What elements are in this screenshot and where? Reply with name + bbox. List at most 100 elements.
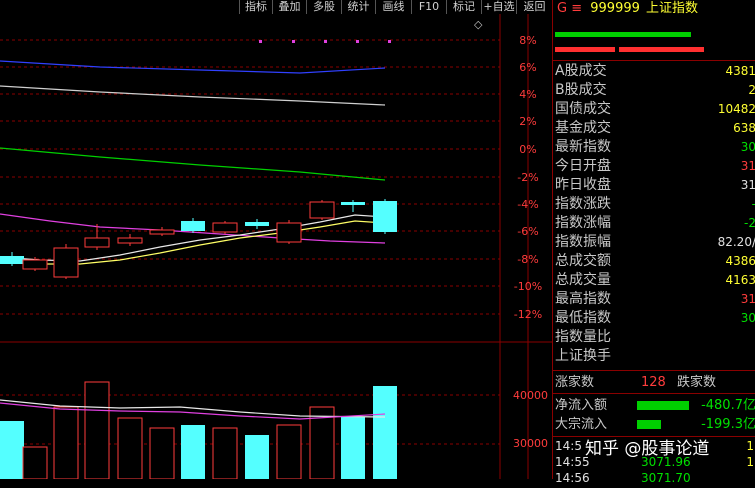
volume-bar-down (0, 421, 24, 479)
toolbar-button-5[interactable]: F10 (411, 0, 446, 14)
bid-ask-bar-green (555, 32, 691, 37)
net-inflow-bar (637, 401, 689, 410)
stat-label: 指数振幅 (555, 234, 611, 250)
stat-label: B股成交 (555, 82, 607, 98)
stat-value: 30 (740, 140, 755, 154)
stat-label: 基金成交 (555, 120, 611, 136)
price-axis-label: -6% (517, 225, 538, 238)
stat-row: 最高指数 31 (555, 290, 755, 309)
volume-bar-up (84, 381, 110, 479)
stat-label: 总成交量 (555, 272, 611, 288)
volume-bar-down (373, 386, 397, 479)
stat-label: 国债成交 (555, 101, 611, 117)
menu-icon[interactable]: G ≡ (557, 1, 582, 16)
candle-up (117, 237, 143, 244)
index-name: 上证指数 (646, 1, 699, 16)
breadth-row: 涨家数 128 跌家数 (555, 373, 755, 392)
stat-label: 总成交额 (555, 253, 611, 269)
net-inflow-row: 净流入额 -480.7亿 (555, 396, 755, 415)
candle-up (149, 229, 175, 235)
price-axis-label: 6% (519, 61, 536, 74)
stat-value: - (752, 195, 755, 214)
toolbar-button-8[interactable]: 返回 (516, 0, 552, 14)
candle-down (341, 202, 365, 205)
volume-bar-up (212, 427, 238, 479)
net-inflow-label: 净流入额 (555, 398, 608, 413)
stat-label: 指数涨幅 (555, 215, 611, 231)
stat-row: 上证换手 (555, 347, 755, 366)
volume-axis-label: 30000 (513, 437, 548, 450)
price-axis-label: -4% (517, 198, 538, 211)
stat-row: 最低指数 30 (555, 309, 755, 328)
advancers-label: 涨家数 (555, 375, 595, 390)
candle-up (22, 259, 48, 270)
price-axis-label: -12% (514, 308, 542, 321)
net-inflow-value: -480.7亿 (701, 398, 755, 413)
marker-dot (356, 40, 359, 43)
block-inflow-value: -199.3亿 (701, 417, 755, 432)
marker-dot (388, 40, 391, 43)
stat-value: 31 (740, 178, 755, 192)
price-axis-label: 4% (519, 88, 536, 101)
price-axis-label: -10% (514, 280, 542, 293)
stat-label: 今日开盘 (555, 158, 611, 174)
price-axis-label: -2% (517, 171, 538, 184)
stat-value: 82.20/ (717, 235, 755, 249)
price-axis-label: 8% (519, 34, 536, 47)
toolbar-button-2[interactable]: 多股 (306, 0, 341, 14)
index-code: 999999 (590, 1, 640, 16)
marker-dot (259, 40, 262, 43)
stat-row: 昨日收盘 31 (555, 176, 755, 195)
decliners-label: 跌家数 (677, 375, 717, 390)
candle-up (84, 237, 110, 248)
toolbar-button-0[interactable]: 指标 (239, 0, 272, 14)
stat-row: 指数涨跌 - (555, 195, 755, 214)
block-inflow-row: 大宗流入 -199.3亿 (555, 415, 755, 434)
bid-ask-bar-red-1 (555, 47, 615, 52)
stat-row: 国债成交 10482 (555, 100, 755, 119)
ma-line-gray (0, 85, 386, 106)
toolbar-button-1[interactable]: 叠加 (272, 0, 306, 14)
kline-chart-area[interactable]: 8% 6% 4% 2% 0% -2% -4% -6% -8% -10% -12% 40000 30000… (0, 14, 552, 479)
stat-label: 最高指数 (555, 291, 611, 307)
stat-value: 638 (733, 121, 755, 135)
toolbar-button-6[interactable]: 标记 (446, 0, 481, 14)
diamond-icon: ◇ (474, 18, 483, 31)
stat-label: 指数量比 (555, 329, 611, 345)
bid-ask-bar-red-2 (619, 47, 704, 52)
kline-chart[interactable]: 8% 6% 4% 2% 0% -2% -4% -6% -8% -10% -12% 40000 30000… (0, 14, 552, 479)
candle-down (245, 222, 269, 226)
panel-divider (553, 370, 755, 371)
panel-divider (553, 393, 755, 394)
block-inflow-label: 大宗流入 (555, 417, 608, 432)
ma-line-green (0, 147, 386, 181)
index-info-panel: G ≡ 999999 上证指数 A股成交 4381 B股成交 2 国债成交 10482 基金… (552, 0, 755, 485)
stat-label: 最低指数 (555, 310, 611, 326)
stat-value: 30 (740, 311, 755, 325)
candle-down (0, 256, 24, 264)
volume-bar-down (245, 435, 269, 479)
volume-bar-down (181, 425, 205, 479)
stat-label: 上证换手 (555, 348, 611, 364)
panel-divider (553, 60, 755, 61)
volume-bar-up (117, 417, 143, 479)
volume-bar-up (53, 406, 79, 479)
toolbar-button-7[interactable]: +自选 (481, 0, 516, 14)
stat-value: 2 (748, 83, 755, 97)
toolbar-button-3[interactable]: 统计 (341, 0, 375, 14)
stat-label: 昨日收盘 (555, 177, 611, 193)
chart-toolbar: 指标 叠加 多股 统计 画线 F10 标记 +自选 返回 (0, 0, 552, 14)
marker-dot (292, 40, 295, 43)
volume-bar-up (149, 427, 175, 479)
stat-row: 基金成交 638 (555, 119, 755, 138)
candle-down (373, 201, 397, 232)
stat-label: A股成交 (555, 63, 607, 79)
stat-value: 31 (740, 159, 755, 173)
candle-up (212, 222, 238, 233)
volume-axis-label: 40000 (513, 389, 548, 402)
stat-row: 总成交额 4386 (555, 252, 755, 271)
toolbar-button-4[interactable]: 画线 (375, 0, 411, 14)
volume-bar-up (276, 424, 302, 479)
price-axis-label: -8% (517, 253, 538, 266)
tick-time: 14:5 (555, 439, 582, 453)
